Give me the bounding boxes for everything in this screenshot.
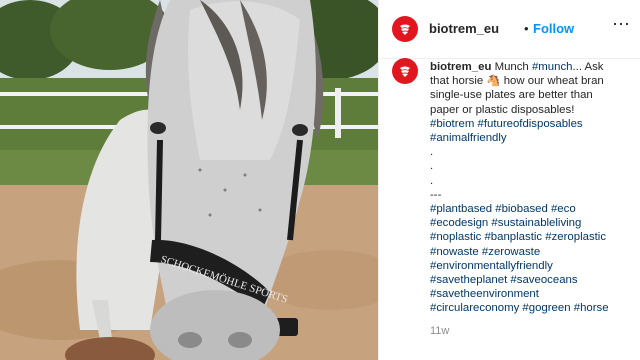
hashtag-link[interactable]: #environmentallyfriendly <box>430 259 636 273</box>
caption-text: single-use plates are better than <box>430 89 593 102</box>
caption-dot: . <box>430 146 434 159</box>
hashtag-link[interactable]: #plantbased #biobased #eco <box>430 202 636 216</box>
post-username[interactable]: biotrem_eu <box>429 21 499 36</box>
caption-text: ... Ask <box>572 61 604 73</box>
hashtag-link[interactable]: #animalfriendly <box>430 131 636 145</box>
hashtag-link[interactable]: #ecodesign #sustainableliving <box>430 216 636 230</box>
caption-dot: . <box>430 174 434 187</box>
avatar[interactable] <box>392 16 418 42</box>
post-photo[interactable]: SCHOCKEMÖHLE SPORTS <box>0 0 378 360</box>
hashtag-link[interactable]: #circulareconomy #gogreen #horse <box>430 301 636 315</box>
caption-text: that horsie 🐴 how our wheat bran <box>430 75 604 88</box>
hashtag-link[interactable]: #savetheplanet #saveoceans <box>430 273 636 287</box>
caption-dot: . <box>430 160 434 173</box>
post-timestamp[interactable]: 11w <box>430 325 449 337</box>
more-options-icon[interactable]: ⋯ <box>611 14 631 34</box>
biotrem-logo-icon <box>400 24 410 35</box>
biotrem-logo-icon <box>400 66 410 77</box>
hashtag-link[interactable]: #savetheenvironment <box>430 287 636 301</box>
caption-username[interactable]: biotrem_eu <box>430 61 491 73</box>
hashtag-link[interactable]: #nowaste #zerowaste <box>430 245 636 259</box>
follow-button[interactable]: Follow <box>533 21 574 36</box>
hashtag-link[interactable]: #biotrem #futureofdisposables <box>430 117 636 131</box>
horse-photo-illustration: SCHOCKEMÖHLE SPORTS <box>0 0 378 360</box>
post-side-panel: biotrem_eu • Follow ⋯ biotrem_eu Munch #… <box>378 0 640 360</box>
hashtag-link[interactable]: #munch <box>532 61 573 73</box>
separator-dot: • <box>524 21 529 36</box>
caption-text: paper or plastic disposables! <box>430 103 575 116</box>
hashtag-link[interactable]: #noplastic #banplastic #zeroplastic <box>430 230 636 244</box>
post-caption: biotrem_eu Munch #munch... Ask that hors… <box>430 60 636 316</box>
caption-text: Munch <box>494 61 529 73</box>
caption-avatar[interactable] <box>392 58 418 84</box>
post-header: biotrem_eu • Follow ⋯ <box>379 0 640 59</box>
caption-divider: --- <box>430 188 442 201</box>
